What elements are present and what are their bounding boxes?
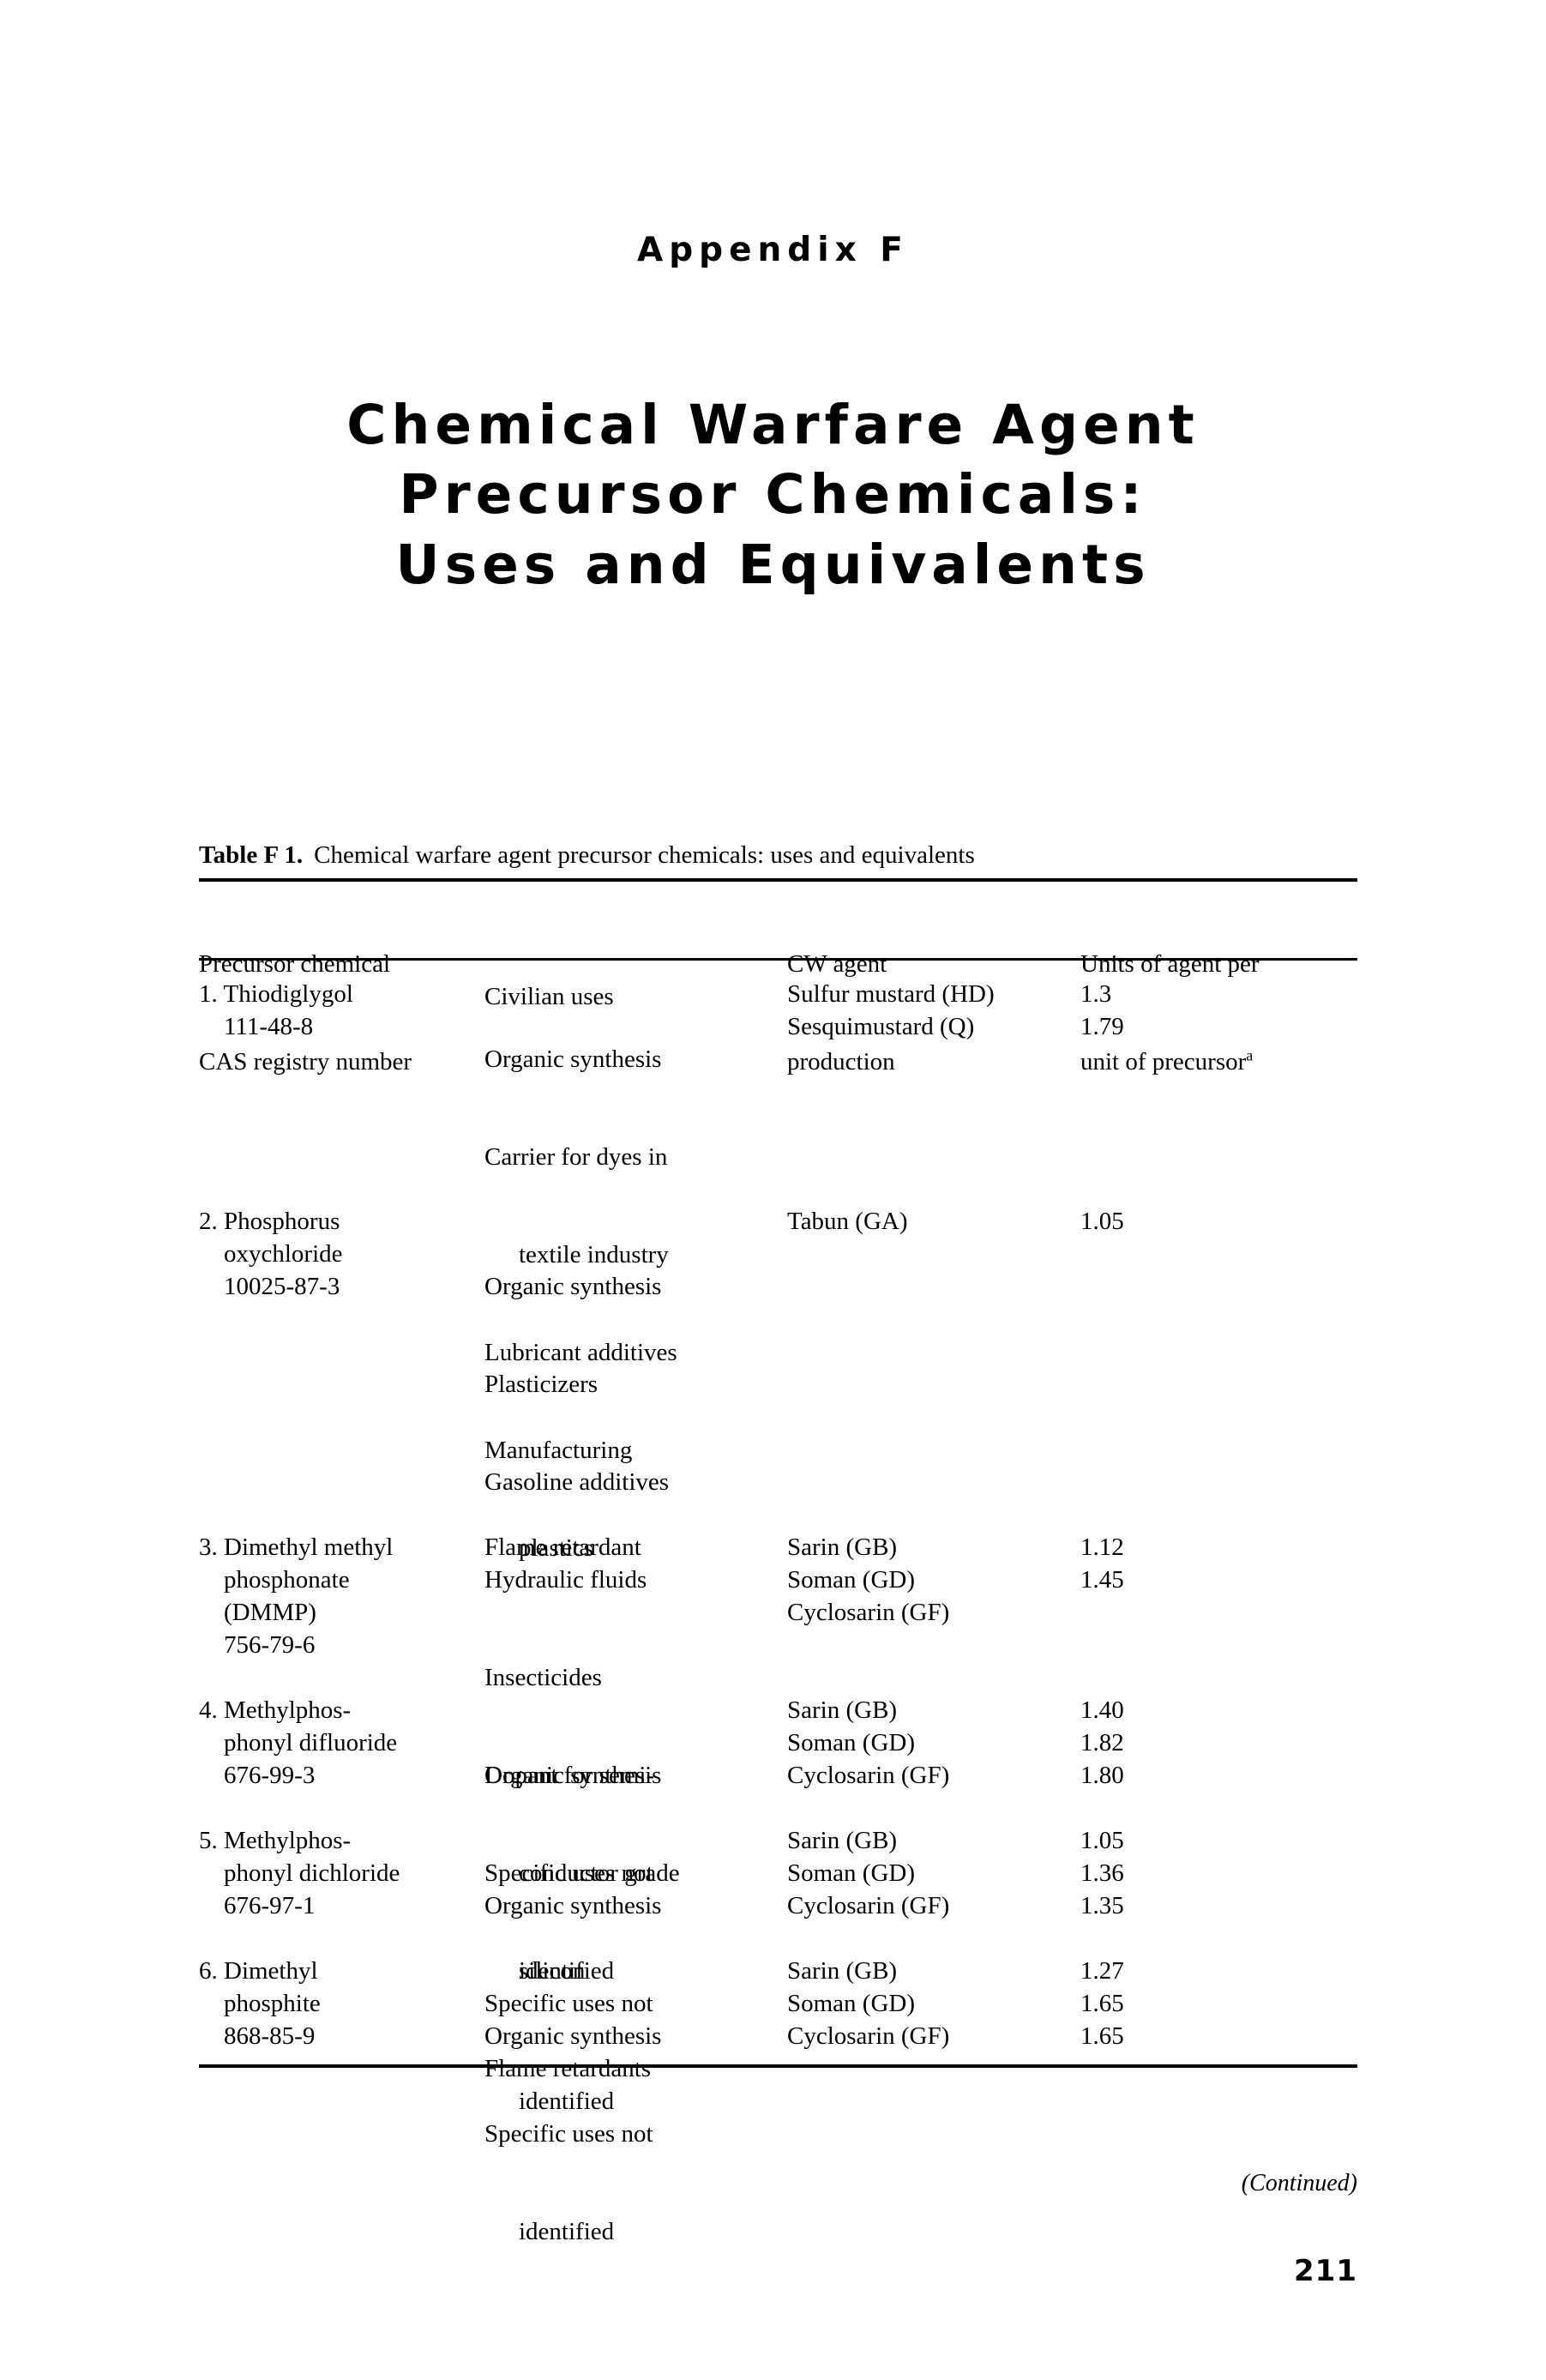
cell-units: 1.05 1.36 1.35 bbox=[1080, 1827, 1124, 1920]
title-line-2: Precursor Chemicals: bbox=[399, 463, 1147, 527]
table-f1: Table F 1. Chemical warfare agent precurs… bbox=[199, 841, 1357, 2245]
table-caption: Table F 1. Chemical warfare agent precurs… bbox=[199, 841, 1357, 871]
table-bottom-rule bbox=[199, 2064, 1357, 2069]
appendix-label: Appendix F bbox=[637, 231, 909, 269]
cell-precursor: 1. Thiodiglygol 111-48-8 bbox=[199, 980, 353, 1041]
cell-cw-agent: Sarin (GB) Soman (GD) Cyclosarin (GF) bbox=[787, 1957, 950, 2051]
table-row: 6. Dimethyl phosphite 868-85-9 Organic s… bbox=[199, 1955, 1357, 2245]
table-row: 1. Thiodiglygol 111-48-8 Organic synthes… bbox=[199, 978, 1357, 1562]
cell-precursor: 3. Dimethyl methyl phosphonate (DMMP) 75… bbox=[199, 1533, 394, 1660]
table-row: 5. Methylphos- phonyl dichloride 676-97-… bbox=[199, 1824, 1357, 2115]
document-page: Appendix F Chemical Warfare Agent Precur… bbox=[0, 0, 1546, 2380]
table-row: 3. Dimethyl methyl phosphonate (DMMP) 75… bbox=[199, 1531, 1357, 1661]
table-header-row: Precursor chemical CAS registry number C… bbox=[199, 883, 1357, 1076]
cell-civilian-uses: Flame retardant bbox=[484, 1533, 641, 1562]
cell-units: 1.40 1.82 1.80 bbox=[1080, 1696, 1124, 1790]
cell-precursor: 5. Methylphos- phonyl dichloride 676-97-… bbox=[199, 1827, 400, 1920]
page-number: 211 bbox=[1294, 2254, 1357, 2288]
table-row: 2. Phosphorus oxychloride 10025-87-3 Org… bbox=[199, 1205, 1357, 2082]
title-line-3: Uses and Equivalents bbox=[395, 533, 1151, 596]
page-title: Chemical Warfare Agent Precursor Chemica… bbox=[0, 390, 1546, 600]
cell-precursor: 2. Phosphorus oxychloride 10025-87-3 bbox=[199, 1208, 343, 1301]
cell-units: 1.05 bbox=[1080, 1208, 1124, 1236]
table-caption-text: Chemical warfare agent precursor chemica… bbox=[314, 841, 975, 869]
cell-units: 1.12 1.45 bbox=[1080, 1533, 1124, 1594]
cell-units: 1.27 1.65 1.65 bbox=[1080, 1957, 1124, 2051]
cell-cw-agent: Sarin (GB) Soman (GD) Cyclosarin (GF) bbox=[787, 1696, 950, 1790]
table-row: 4. Methylphos- phonyl difluoride 676-99-… bbox=[199, 1694, 1357, 1985]
cell-units: 1.3 1.79 bbox=[1080, 980, 1124, 1041]
cell-cw-agent: Sarin (GB) Soman (GD) Cyclosarin (GF) bbox=[787, 1827, 950, 1920]
continued-note: (Continued) bbox=[1241, 2170, 1357, 2196]
cell-cw-agent: Sarin (GB) Soman (GD) Cyclosarin (GF) bbox=[787, 1533, 950, 1627]
table-top-rule bbox=[199, 878, 1357, 883]
cell-precursor: 4. Methylphos- phonyl difluoride 676-99-… bbox=[199, 1696, 398, 1790]
cell-precursor: 6. Dimethyl phosphite 868-85-9 bbox=[199, 1957, 321, 2051]
table-caption-number: Table F 1. bbox=[199, 841, 304, 869]
title-line-1: Chemical Warfare Agent bbox=[346, 394, 1200, 456]
cell-cw-agent: Sulfur mustard (HD) Sesquimustard (Q) bbox=[787, 980, 995, 1041]
cell-cw-agent: Tabun (GA) bbox=[787, 1208, 908, 1236]
